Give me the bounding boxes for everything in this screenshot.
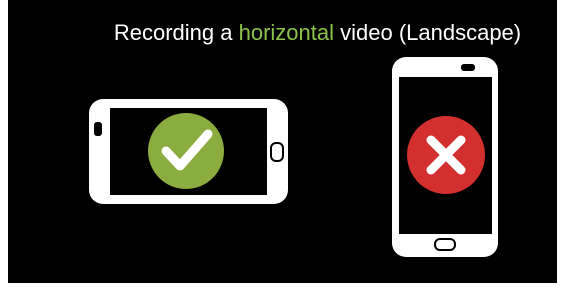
- checkmark-icon: [148, 113, 224, 189]
- illustration-art: [89, 57, 498, 257]
- illustration-panel: Recording a horizontal video (Landscape): [8, 0, 557, 283]
- cross-icon: [407, 116, 485, 194]
